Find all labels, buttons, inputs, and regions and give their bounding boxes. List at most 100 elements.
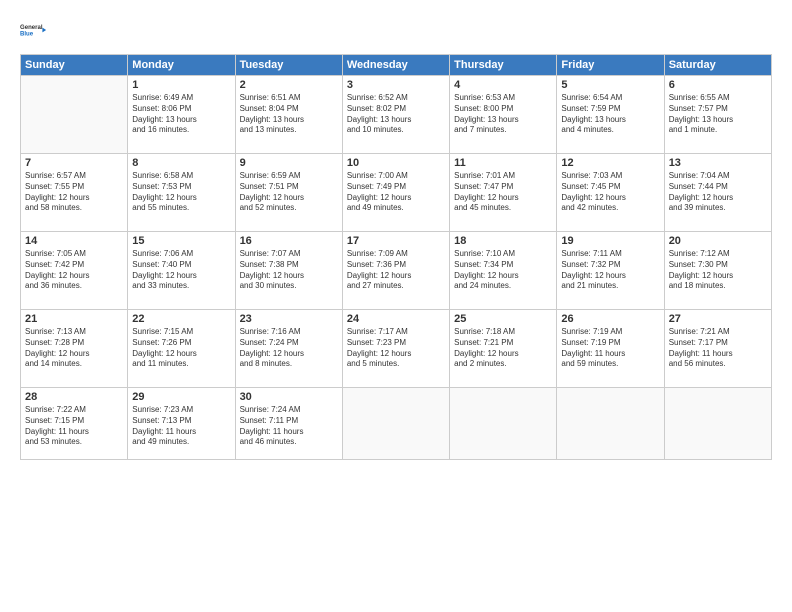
calendar-body: 1 Sunrise: 6:49 AM Sunset: 8:06 PM Daylig… [21, 76, 772, 460]
header: GeneralBlue [20, 16, 772, 44]
day-number: 25 [454, 313, 552, 325]
day-cell [342, 388, 449, 460]
day-cell: 30Sunrise: 7:24 AM Sunset: 7:11 PM Dayli… [235, 388, 342, 460]
day-number: 5 [561, 79, 659, 91]
day-cell [21, 76, 128, 154]
calendar-table: SundayMondayTuesdayWednesdayThursdayFrid… [20, 54, 772, 460]
day-cell: 19 Sunrise: 7:11 AM Sunset: 7:32 PM Dayli… [557, 232, 664, 310]
day-info: Sunrise: 7:17 AM Sunset: 7:23 PM Dayligh… [347, 327, 445, 370]
day-cell: 4 Sunrise: 6:53 AM Sunset: 8:00 PM Daylig… [450, 76, 557, 154]
day-number: 28 [25, 391, 123, 403]
day-info: Sunrise: 7:09 AM Sunset: 7:36 PM Dayligh… [347, 249, 445, 292]
day-number: 13 [669, 157, 767, 169]
day-cell: 25 Sunrise: 7:18 AM Sunset: 7:21 PM Dayli… [450, 310, 557, 388]
day-cell [664, 388, 771, 460]
day-cell [450, 388, 557, 460]
weekday-header: Tuesday [235, 55, 342, 76]
day-number: 21 [25, 313, 123, 325]
day-cell: 1 Sunrise: 6:49 AM Sunset: 8:06 PM Daylig… [128, 76, 235, 154]
day-number: 7 [25, 157, 123, 169]
day-info: Sunrise: 7:16 AM Sunset: 7:24 PM Dayligh… [240, 327, 338, 370]
day-number: 10 [347, 157, 445, 169]
weekday-header: Wednesday [342, 55, 449, 76]
day-cell: 18Sunrise: 7:10 AM Sunset: 7:34 PM Dayli… [450, 232, 557, 310]
day-cell: 14 Sunrise: 7:05 AM Sunset: 7:42 PM Dayli… [21, 232, 128, 310]
day-info: Sunrise: 7:15 AM Sunset: 7:26 PM Dayligh… [132, 327, 230, 370]
day-number: 6 [669, 79, 767, 91]
day-cell [557, 388, 664, 460]
day-cell: 2 Sunrise: 6:51 AM Sunset: 8:04 PM Daylig… [235, 76, 342, 154]
day-number: 18 [454, 235, 552, 247]
day-number: 30 [240, 391, 338, 403]
calendar-week-row: 28 Sunrise: 7:22 AM Sunset: 7:15 PM Dayli… [21, 388, 772, 460]
day-info: Sunrise: 6:53 AM Sunset: 8:00 PM Dayligh… [454, 93, 552, 136]
day-info: Sunrise: 7:12 AM Sunset: 7:30 PM Dayligh… [669, 249, 767, 292]
day-info: Sunrise: 7:05 AM Sunset: 7:42 PM Dayligh… [25, 249, 123, 292]
weekday-header-row: SundayMondayTuesdayWednesdayThursdayFrid… [21, 55, 772, 76]
day-info: Sunrise: 7:03 AM Sunset: 7:45 PM Dayligh… [561, 171, 659, 214]
day-info: Sunrise: 6:49 AM Sunset: 8:06 PM Dayligh… [132, 93, 230, 136]
day-info: Sunrise: 6:51 AM Sunset: 8:04 PM Dayligh… [240, 93, 338, 136]
day-number: 19 [561, 235, 659, 247]
calendar-week-row: 14 Sunrise: 7:05 AM Sunset: 7:42 PM Dayli… [21, 232, 772, 310]
calendar-week-row: 7 Sunrise: 6:57 AM Sunset: 7:55 PM Daylig… [21, 154, 772, 232]
calendar-header: SundayMondayTuesdayWednesdayThursdayFrid… [21, 55, 772, 76]
day-info: Sunrise: 7:00 AM Sunset: 7:49 PM Dayligh… [347, 171, 445, 214]
weekday-header: Friday [557, 55, 664, 76]
day-number: 23 [240, 313, 338, 325]
day-info: Sunrise: 7:23 AM Sunset: 7:13 PM Dayligh… [132, 405, 230, 448]
svg-text:General: General [20, 25, 43, 31]
day-number: 15 [132, 235, 230, 247]
day-info: Sunrise: 7:18 AM Sunset: 7:21 PM Dayligh… [454, 327, 552, 370]
weekday-header: Thursday [450, 55, 557, 76]
weekday-header: Sunday [21, 55, 128, 76]
day-number: 11 [454, 157, 552, 169]
day-info: Sunrise: 7:19 AM Sunset: 7:19 PM Dayligh… [561, 327, 659, 370]
day-info: Sunrise: 6:55 AM Sunset: 7:57 PM Dayligh… [669, 93, 767, 136]
calendar-week-row: 21Sunrise: 7:13 AM Sunset: 7:28 PM Dayli… [21, 310, 772, 388]
day-info: Sunrise: 6:52 AM Sunset: 8:02 PM Dayligh… [347, 93, 445, 136]
day-info: Sunrise: 6:57 AM Sunset: 7:55 PM Dayligh… [25, 171, 123, 214]
day-cell: 6 Sunrise: 6:55 AM Sunset: 7:57 PM Daylig… [664, 76, 771, 154]
day-cell: 24 Sunrise: 7:17 AM Sunset: 7:23 PM Dayli… [342, 310, 449, 388]
weekday-header: Saturday [664, 55, 771, 76]
logo-icon: GeneralBlue [20, 16, 48, 44]
day-info: Sunrise: 7:11 AM Sunset: 7:32 PM Dayligh… [561, 249, 659, 292]
day-cell: 11Sunrise: 7:01 AM Sunset: 7:47 PM Dayli… [450, 154, 557, 232]
day-cell: 23 Sunrise: 7:16 AM Sunset: 7:24 PM Dayli… [235, 310, 342, 388]
day-number: 1 [132, 79, 230, 91]
logo: GeneralBlue [20, 16, 48, 44]
day-number: 24 [347, 313, 445, 325]
day-number: 3 [347, 79, 445, 91]
day-cell: 15Sunrise: 7:06 AM Sunset: 7:40 PM Dayli… [128, 232, 235, 310]
day-info: Sunrise: 7:22 AM Sunset: 7:15 PM Dayligh… [25, 405, 123, 448]
day-info: Sunrise: 6:58 AM Sunset: 7:53 PM Dayligh… [132, 171, 230, 214]
day-number: 14 [25, 235, 123, 247]
day-info: Sunrise: 7:07 AM Sunset: 7:38 PM Dayligh… [240, 249, 338, 292]
day-cell: 27Sunrise: 7:21 AM Sunset: 7:17 PM Dayli… [664, 310, 771, 388]
day-cell: 12Sunrise: 7:03 AM Sunset: 7:45 PM Dayli… [557, 154, 664, 232]
day-number: 9 [240, 157, 338, 169]
day-number: 2 [240, 79, 338, 91]
day-info: Sunrise: 7:04 AM Sunset: 7:44 PM Dayligh… [669, 171, 767, 214]
day-cell: 21Sunrise: 7:13 AM Sunset: 7:28 PM Dayli… [21, 310, 128, 388]
svg-text:Blue: Blue [20, 32, 34, 38]
day-cell: 7 Sunrise: 6:57 AM Sunset: 7:55 PM Daylig… [21, 154, 128, 232]
day-number: 4 [454, 79, 552, 91]
day-cell: 5Sunrise: 6:54 AM Sunset: 7:59 PM Daylig… [557, 76, 664, 154]
day-cell: 16 Sunrise: 7:07 AM Sunset: 7:38 PM Dayli… [235, 232, 342, 310]
day-cell: 10 Sunrise: 7:00 AM Sunset: 7:49 PM Dayli… [342, 154, 449, 232]
day-cell: 28 Sunrise: 7:22 AM Sunset: 7:15 PM Dayli… [21, 388, 128, 460]
day-cell: 8 Sunrise: 6:58 AM Sunset: 7:53 PM Daylig… [128, 154, 235, 232]
day-cell: 22Sunrise: 7:15 AM Sunset: 7:26 PM Dayli… [128, 310, 235, 388]
day-cell: 9Sunrise: 6:59 AM Sunset: 7:51 PM Daylig… [235, 154, 342, 232]
day-cell: 13 Sunrise: 7:04 AM Sunset: 7:44 PM Dayli… [664, 154, 771, 232]
day-number: 8 [132, 157, 230, 169]
day-cell: 29Sunrise: 7:23 AM Sunset: 7:13 PM Dayli… [128, 388, 235, 460]
day-number: 17 [347, 235, 445, 247]
day-cell: 17 Sunrise: 7:09 AM Sunset: 7:36 PM Dayli… [342, 232, 449, 310]
day-number: 27 [669, 313, 767, 325]
day-cell: 26Sunrise: 7:19 AM Sunset: 7:19 PM Dayli… [557, 310, 664, 388]
day-number: 16 [240, 235, 338, 247]
day-cell: 3 Sunrise: 6:52 AM Sunset: 8:02 PM Daylig… [342, 76, 449, 154]
